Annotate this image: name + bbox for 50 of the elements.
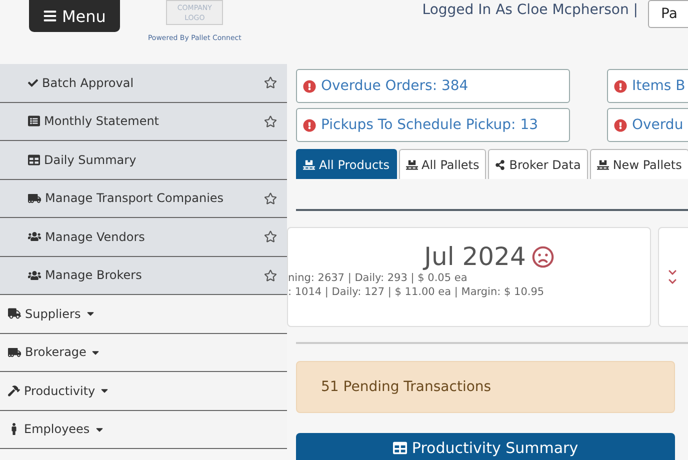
- truck-icon: [8, 346, 21, 359]
- star-icon[interactable]: [264, 268, 277, 282]
- users-icon: [28, 268, 41, 282]
- menu-icon: [43, 9, 57, 23]
- chevron-icon: [668, 268, 677, 277]
- list-icon: [28, 115, 40, 128]
- sidebar-item[interactable]: Employees: [0, 410, 287, 449]
- chevron-icon: [668, 277, 677, 286]
- table-icon: [28, 154, 40, 166]
- star-icon[interactable]: [264, 192, 277, 205]
- alert-icon: [614, 118, 627, 132]
- month-title: Jul 2024: [424, 242, 526, 271]
- sidebar-subitem[interactable]: Manage Brokers: [0, 256, 287, 295]
- pallet-icon: [303, 158, 315, 170]
- star-icon[interactable]: [264, 114, 277, 128]
- sidebar-subitem[interactable]: Batch Approval: [0, 64, 287, 102]
- sidebar-subitem[interactable]: Manage Vendors: [0, 218, 287, 256]
- menu-button[interactable]: Menu: [29, 0, 120, 32]
- pallet-icon: [406, 158, 418, 170]
- alert-link[interactable]: Pickups To Schedule Pickup: 13: [296, 108, 570, 142]
- hammer-icon: [8, 384, 20, 397]
- pallet-icon: [596, 158, 609, 170]
- pending-transactions-alert[interactable]: 51 Pending Transactions: [296, 361, 675, 413]
- alert-link[interactable]: Overdue Orders: 384: [296, 69, 570, 103]
- star-icon[interactable]: [264, 230, 277, 244]
- stats-text: : 1014 | Daily: 127 | $ 11.00 ea | Margin: $ 10.95: [288, 285, 546, 299]
- logged-in-text: Logged In As Cloe Mcpherson |: [422, 2, 638, 18]
- sidebar-subitem[interactable]: Daily Summary: [0, 141, 287, 180]
- user-button[interactable]: Pa: [648, 0, 688, 28]
- tab[interactable]: All Pallets: [398, 149, 486, 179]
- alert-icon: [303, 80, 316, 92]
- tab[interactable]: All Products: [296, 149, 397, 179]
- truck-icon: [8, 307, 21, 320]
- alert-link[interactable]: Overdu: [607, 108, 688, 142]
- check-icon: [28, 78, 38, 88]
- sidebar-subitem[interactable]: Monthly Statement: [0, 102, 287, 141]
- truck-icon: [28, 192, 41, 205]
- tab[interactable]: New Pallets: [590, 149, 688, 179]
- tab[interactable]: Broker Data: [488, 149, 588, 179]
- table-icon: [392, 441, 407, 455]
- alert-icon: [614, 80, 627, 92]
- productivity-summary-button[interactable]: Productivity Summary: [296, 433, 675, 460]
- users-icon: [28, 230, 41, 244]
- share-icon: [495, 160, 506, 170]
- sidebar-item[interactable]: Brokerage: [0, 334, 287, 372]
- alert-link[interactable]: Items B: [607, 69, 688, 103]
- stats-text: ning: 2637 | Daily: 293 | $ 0.05 ea: [288, 271, 468, 285]
- star-icon[interactable]: [264, 76, 277, 90]
- alert-icon: [303, 118, 316, 132]
- sidebar-subitem[interactable]: Manage Transport Companies: [0, 180, 287, 218]
